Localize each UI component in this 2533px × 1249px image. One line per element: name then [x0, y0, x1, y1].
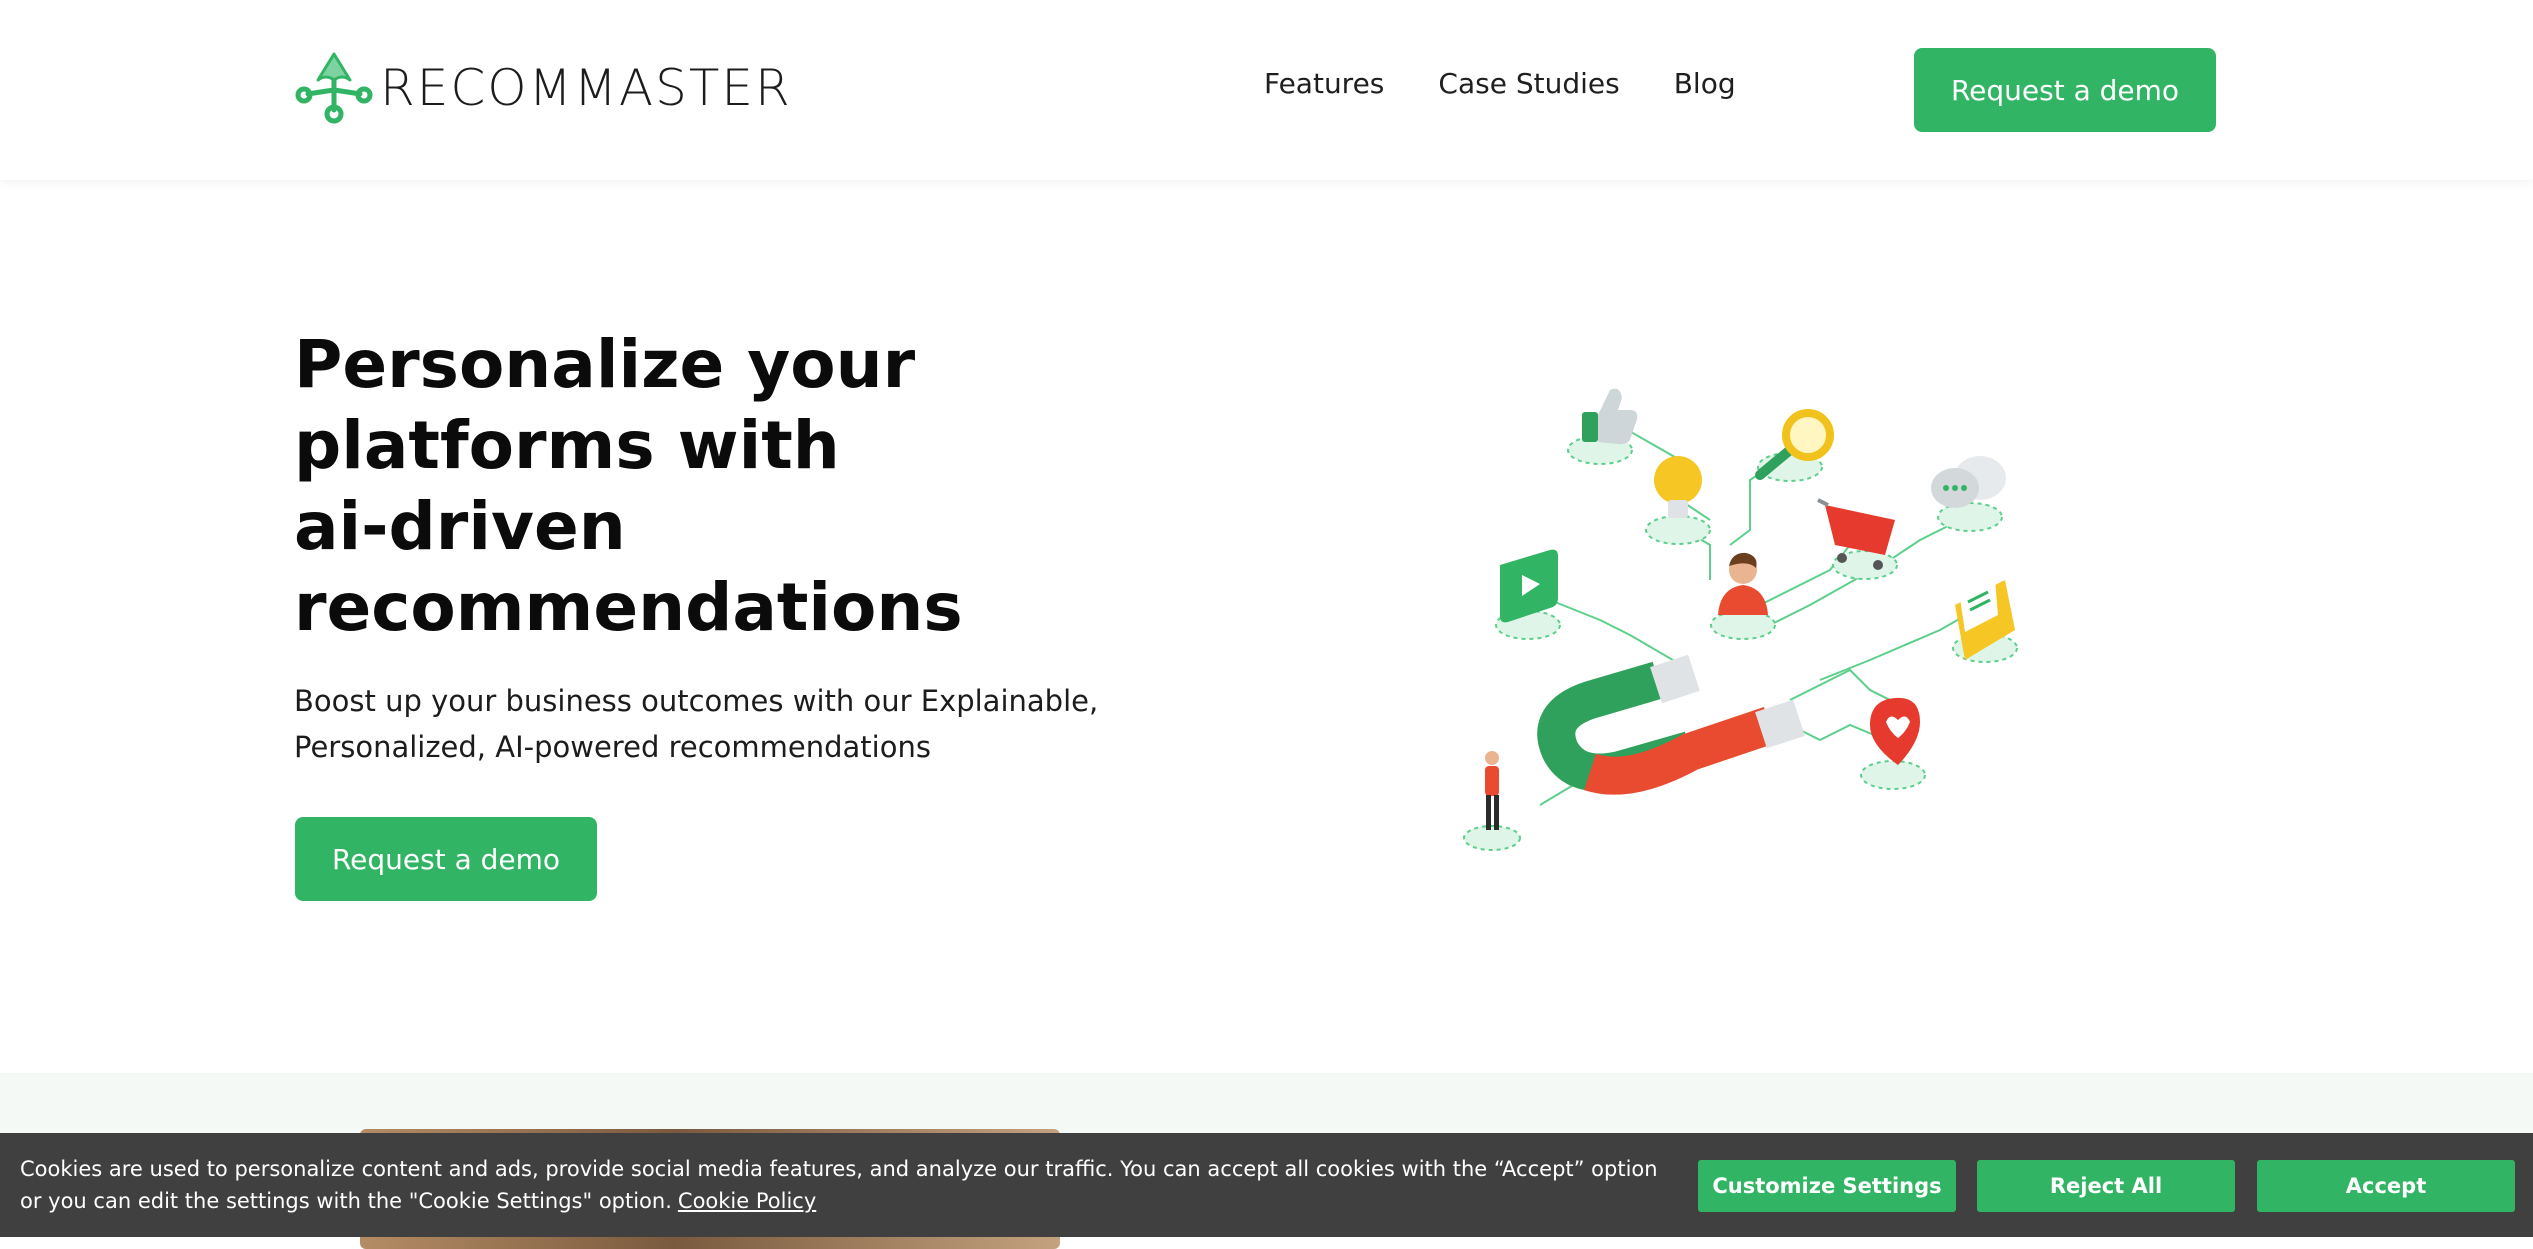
nav-item-features[interactable]: Features [1264, 70, 1384, 98]
hero-title-line: Personalize your [294, 326, 916, 403]
recommendation-illustration [1463, 388, 2018, 851]
magnet-icon [1537, 654, 1805, 795]
cookie-policy-link[interactable]: Cookie Policy [678, 1189, 816, 1213]
brand-name: RECOMMASTER [380, 59, 792, 117]
cookie-banner: Cookies are used to personalize content … [0, 1133, 2533, 1237]
hero-title-line: platforms with [294, 407, 840, 484]
customize-settings-button[interactable]: Customize Settings [1698, 1160, 1956, 1212]
logo-tree-icon [295, 52, 373, 124]
accept-button[interactable]: Accept [2257, 1160, 2515, 1212]
item-bases [1463, 435, 2018, 851]
cookie-message: Cookies are used to personalize content … [20, 1157, 1658, 1213]
brand-logo-link[interactable]: RECOMMASTER [294, 50, 792, 126]
hero-subtitle-line: Boost up your business outcomes with our… [294, 684, 1099, 718]
nav-item-case-studies[interactable]: Case Studies [1438, 70, 1619, 98]
video-play-icon [1500, 549, 1558, 623]
nav-item-blog[interactable]: Blog [1674, 70, 1736, 98]
hero-title: Personalize your platforms with ai-drive… [294, 324, 1054, 648]
user-avatar-icon [1718, 552, 1768, 615]
main-nav: Features Case Studies Blog [1264, 70, 1736, 98]
header-request-demo-button[interactable]: Request a demo [1914, 48, 2216, 132]
heart-pin-icon [1870, 697, 1920, 765]
hero-subtitle: Boost up your business outcomes with our… [294, 678, 1114, 770]
chat-bubbles-icon [1931, 456, 2006, 508]
hero-request-demo-button[interactable]: Request a demo [295, 817, 597, 901]
site-header: RECOMMASTER Features Case Studies Blog R… [0, 0, 2533, 180]
cookie-text: Cookies are used to personalize content … [20, 1153, 1670, 1217]
hero-title-line: recommendations [294, 569, 963, 646]
hero-title-line: ai-driven [294, 488, 626, 565]
hero-subtitle-line: Personalized, AI-powered recommendations [294, 730, 931, 764]
person-figure-icon [1485, 751, 1499, 830]
thumbs-up-icon [1582, 388, 1638, 445]
reject-all-button[interactable]: Reject All [1977, 1160, 2235, 1212]
